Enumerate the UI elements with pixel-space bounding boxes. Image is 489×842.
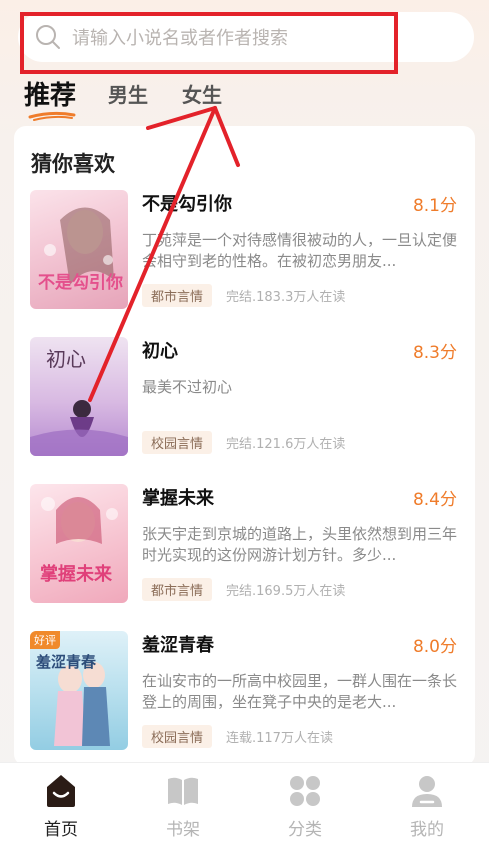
book-score: 8.3分 — [412, 343, 457, 363]
book-cover[interactable]: 羞涩青春 好评 — [30, 631, 128, 750]
cover-title: 初心 — [46, 347, 86, 371]
cover-title: 羞涩青春 — [36, 653, 97, 671]
book-cover[interactable]: 掌握未来 — [30, 484, 128, 603]
nav-home[interactable]: 首页 — [0, 763, 122, 842]
nav-label: 分类 — [288, 820, 322, 840]
active-tab-underline — [28, 111, 76, 121]
search-bar[interactable]: 请输入小说名或者作者搜索 — [18, 12, 474, 62]
search-input[interactable]: 请输入小说名或者作者搜索 — [72, 24, 288, 50]
book-title: 掌握未来 — [142, 488, 214, 509]
book-item[interactable]: 羞涩青春 好评 羞涩青春 8.0分 在讪安市的一所高中校园里，一群人围在一条长登… — [14, 631, 475, 755]
cover-title: 掌握未来 — [40, 564, 112, 585]
profile-icon — [409, 773, 445, 809]
book-title: 初心 — [142, 341, 178, 362]
book-item[interactable]: 不是勾引你 不是勾引你 8.1分 丁苑萍是一个对待感情很被动的人，一旦认定便会相… — [14, 190, 475, 314]
book-meta: 完结.169.5万人在读 — [226, 584, 346, 599]
book-category-tag[interactable]: 校园言情 — [142, 725, 213, 748]
nav-profile[interactable]: 我的 — [366, 763, 488, 842]
book-score: 8.4分 — [412, 490, 457, 510]
book-score: 8.1分 — [412, 196, 457, 216]
book-description: 在讪安市的一所高中校园里，一群人围在一条长登上的周围，坐在凳子中央的是老大... — [142, 672, 458, 711]
nav-label: 书架 — [166, 820, 200, 840]
tab-recommend[interactable]: 推荐 — [24, 75, 76, 112]
nav-bookshelf[interactable]: 书架 — [122, 763, 244, 842]
nav-category[interactable]: 分类 — [244, 763, 366, 842]
book-category-tag[interactable]: 都市言情 — [142, 284, 213, 307]
book-cover[interactable]: 不是勾引你 — [30, 190, 128, 309]
book-category-tag[interactable]: 都市言情 — [142, 578, 213, 601]
book-category-tag[interactable]: 校园言情 — [142, 431, 213, 454]
tab-male[interactable]: 男生 — [108, 79, 148, 108]
section-title: 猜你喜欢 — [31, 152, 115, 176]
book-cover[interactable]: 初心 — [30, 337, 128, 456]
book-description: 最美不过初心 — [142, 378, 233, 396]
book-score: 8.0分 — [412, 637, 457, 657]
book-title: 羞涩青春 — [142, 635, 214, 656]
home-icon — [43, 773, 79, 809]
book-title: 不是勾引你 — [142, 194, 232, 215]
book-meta: 连载.117万人在读 — [226, 731, 333, 746]
book-item[interactable]: 掌握未来 掌握未来 8.4分 张天宇走到京城的道路上，头里依然想到用三年时光实现… — [14, 484, 475, 608]
book-description: 丁苑萍是一个对待感情很被动的人，一旦认定便会相守到老的性格。在被初恋男朋友... — [142, 231, 458, 270]
nav-label: 我的 — [410, 820, 444, 840]
cover-title: 不是勾引你 — [38, 273, 123, 293]
category-icon — [287, 773, 323, 809]
tab-female[interactable]: 女生 — [182, 79, 222, 108]
bottom-nav: 首页 书架 分类 我的 — [0, 762, 489, 842]
book-description: 张天宇走到京城的道路上，头里依然想到用三年时光实现的这份网游计划方针。多少... — [142, 525, 458, 564]
bookshelf-icon — [165, 773, 201, 809]
recommendation-card: 猜你喜欢 不是勾引你 不是勾引你 8.1分 丁苑萍是一个对待感情很被动的人，一旦… — [14, 126, 475, 766]
nav-label: 首页 — [44, 820, 78, 840]
book-meta: 完结.121.6万人在读 — [226, 437, 346, 452]
book-meta: 完结.183.3万人在读 — [226, 290, 346, 305]
search-icon — [34, 23, 62, 51]
good-review-badge: 好评 — [30, 631, 60, 649]
book-item[interactable]: 初心 初心 8.3分 最美不过初心 校园言情 完结.121.6万人在读 — [14, 337, 475, 461]
